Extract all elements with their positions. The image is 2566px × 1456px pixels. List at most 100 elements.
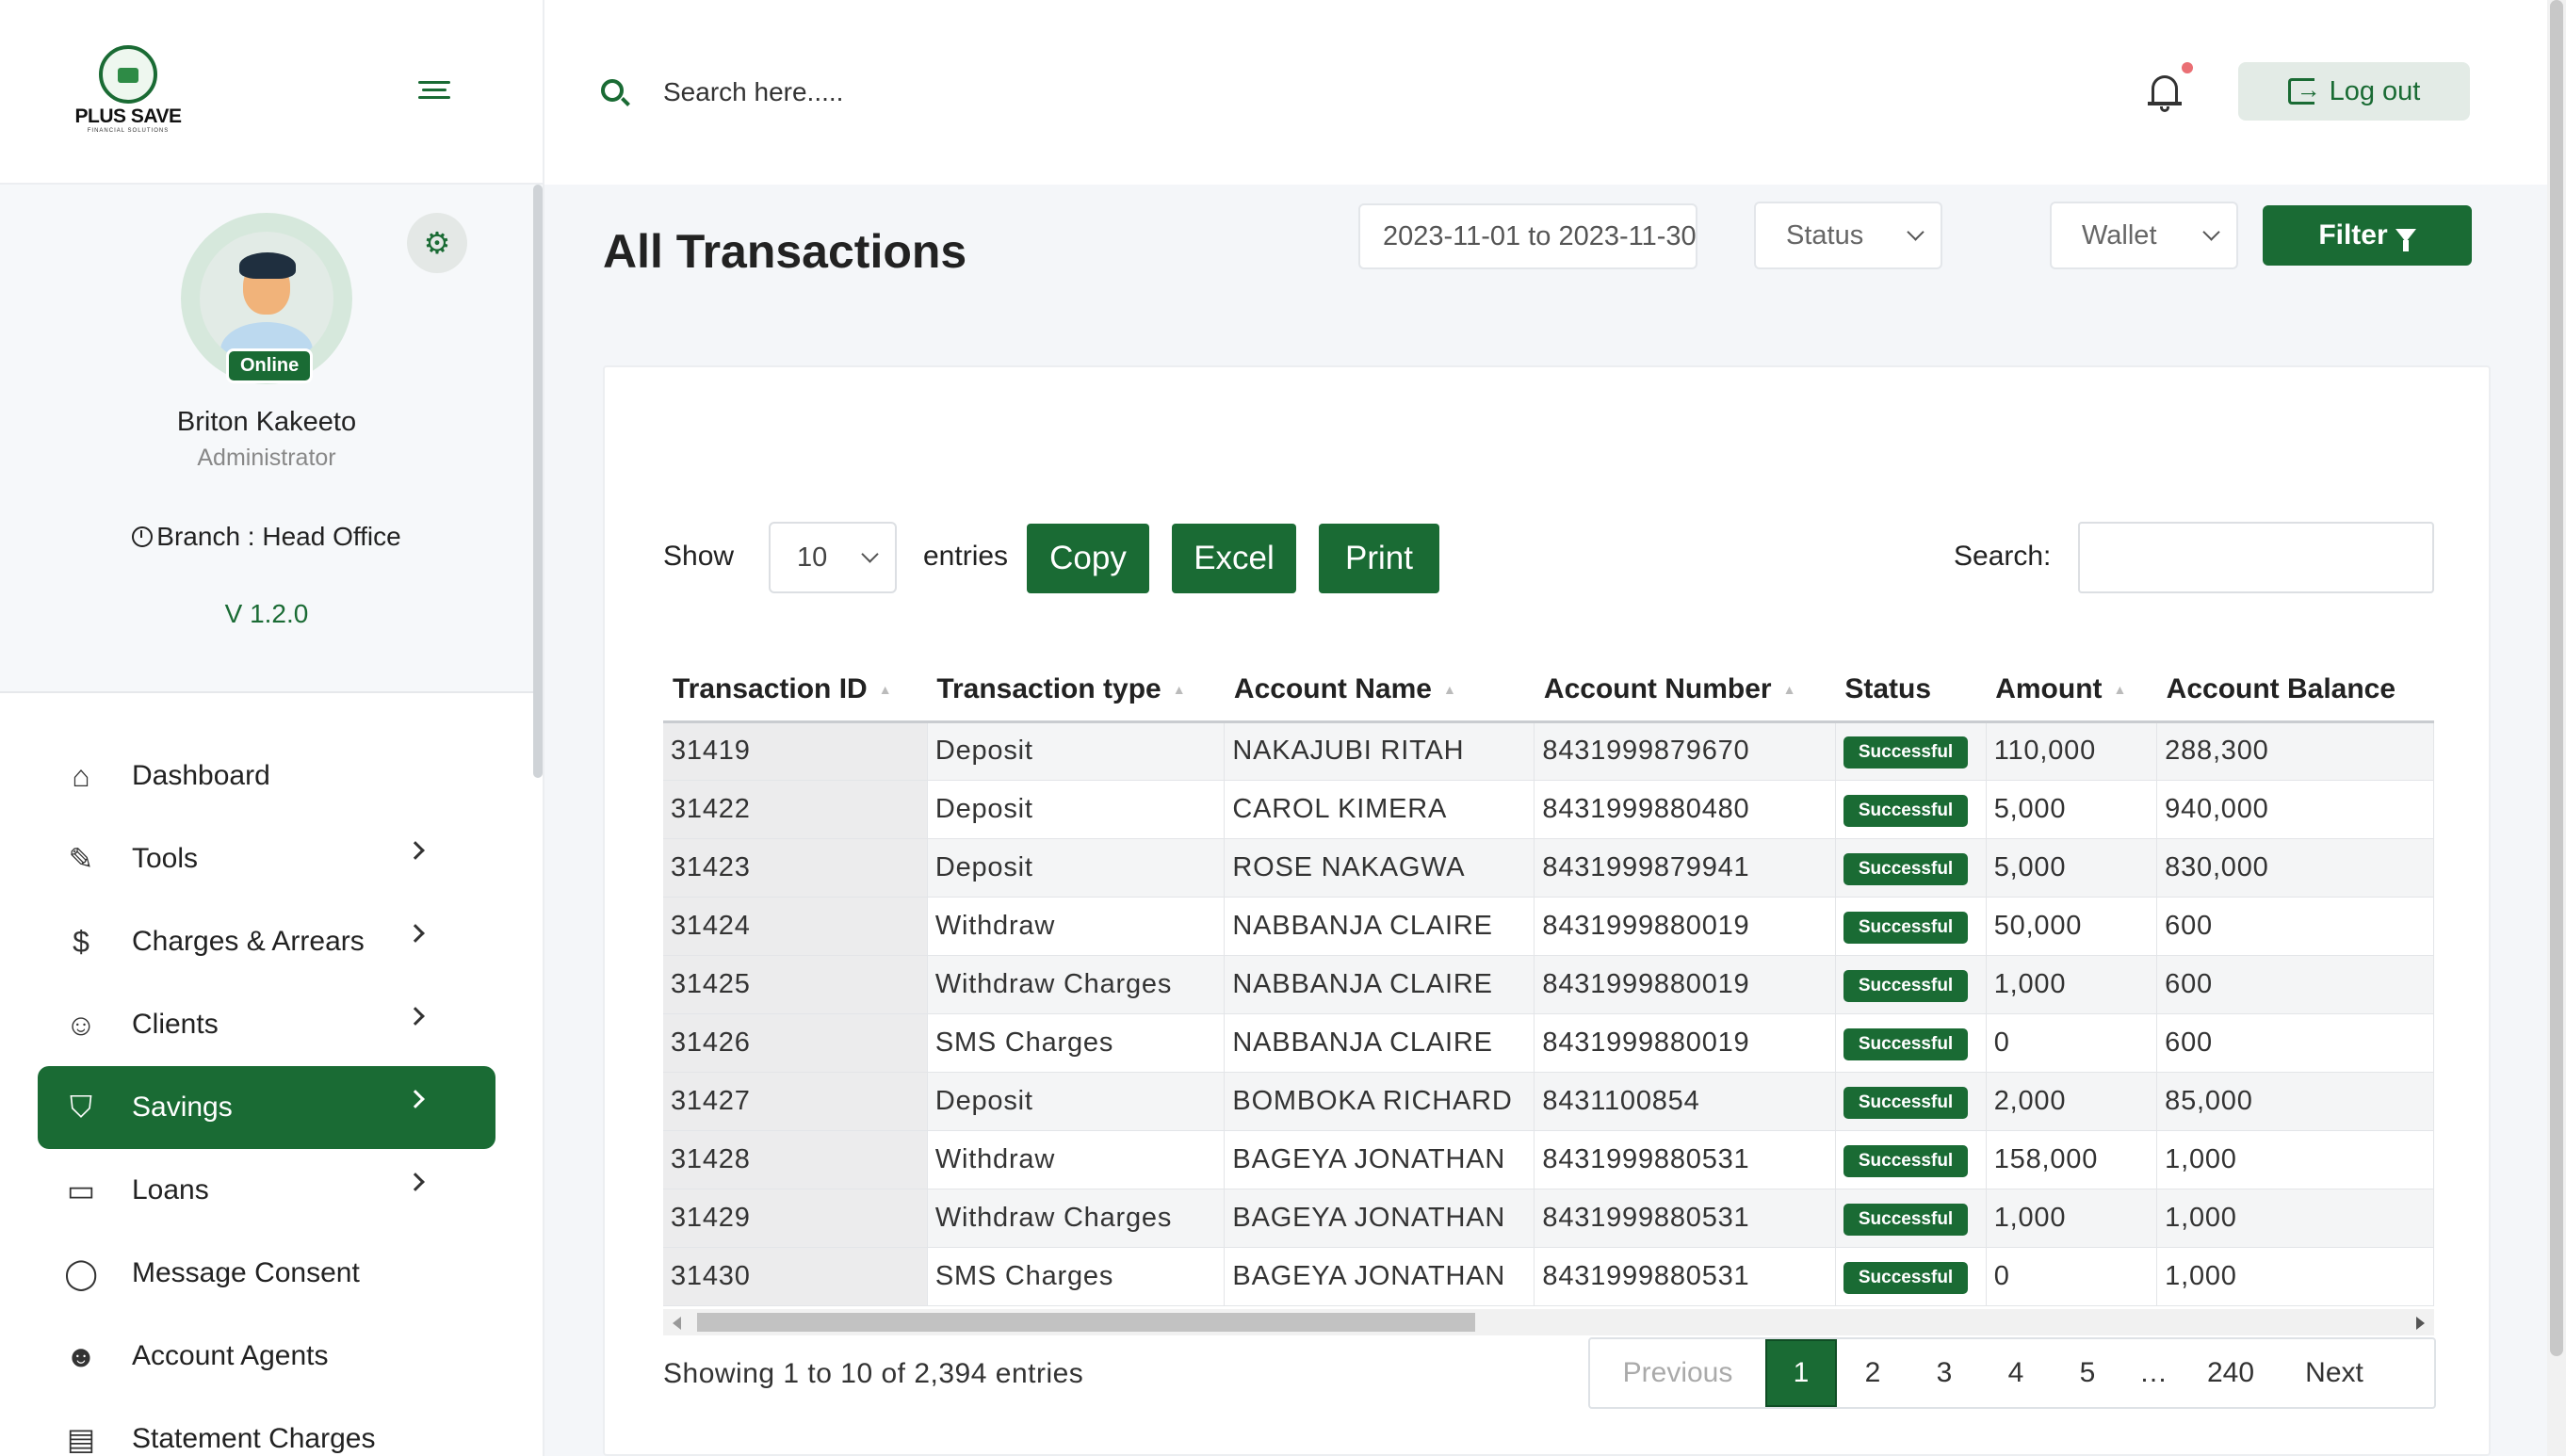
table-cell: Successful — [1835, 1189, 1987, 1248]
app-version: V 1.2.0 — [224, 599, 309, 628]
sidebar-item-dashboard[interactable]: ⌂ Dashboard — [38, 735, 495, 817]
table-row[interactable]: 31428 Withdraw BAGEYA JONATHAN 843199988053… — [663, 1130, 2434, 1189]
table-row[interactable]: 31424 Withdraw NABBANJA CLAIRE 843199988001… — [663, 897, 2434, 956]
brand-logo[interactable]: PLUS SAVE FINANCIAL SOLUTIONS — [72, 45, 185, 139]
status-badge: Successful — [1843, 1144, 1969, 1177]
sidebar-item-clients[interactable]: ☺ Clients — [38, 983, 495, 1066]
sidebar-item-tools[interactable]: ✎ Tools — [38, 817, 495, 900]
column-header[interactable]: Account Number ▲ — [1534, 659, 1836, 723]
table-cell: Successful — [1835, 780, 1987, 839]
sidebar-header: PLUS SAVE FINANCIAL SOLUTIONS — [0, 0, 543, 185]
status-select[interactable]: Status — [1754, 202, 1942, 269]
page-button[interactable]: 4 — [1980, 1339, 2052, 1407]
page-button[interactable]: 5 — [2052, 1339, 2123, 1407]
page-scrollbar-thumb[interactable] — [2550, 0, 2563, 1356]
column-header[interactable]: Account Balance — [2156, 659, 2434, 723]
table-row[interactable]: 31419 Deposit NAKAJUBI RITAH 8431999879670 S… — [663, 721, 2434, 781]
page-length-select[interactable]: 10 — [769, 522, 897, 593]
credit-card-icon: ▭ — [66, 1173, 96, 1207]
table-row[interactable]: 31426 SMS Charges NABBANJA CLAIRE 843199988… — [663, 1013, 2434, 1073]
wallet-select[interactable]: Wallet — [2050, 202, 2238, 269]
sidebar: PLUS SAVE FINANCIAL SOLUTIONS Online ⚙ B… — [0, 0, 544, 1456]
table-cell: BAGEYA JONATHAN — [1224, 1130, 1535, 1189]
logout-button[interactable]: Log out — [2238, 62, 2470, 121]
show-label: Show — [663, 541, 735, 572]
column-header[interactable]: Transaction type ▲ — [927, 659, 1225, 723]
column-header[interactable]: Status — [1835, 659, 1987, 723]
page-scrollbar[interactable] — [2547, 0, 2566, 1456]
table-row[interactable]: 31425 Withdraw Charges NABBANJA CLAIRE 8431… — [663, 955, 2434, 1014]
global-search-input[interactable] — [663, 70, 1228, 115]
sidebar-item-account-agents[interactable]: ☻ Account Agents — [38, 1315, 495, 1398]
previous-page-button[interactable]: Previous — [1590, 1339, 1765, 1407]
funnel-icon — [2395, 229, 2416, 251]
chat-icon: ◯ — [64, 1256, 98, 1290]
column-header[interactable]: Transaction ID ▲ — [663, 659, 928, 723]
filter-button[interactable]: Filter — [2263, 205, 2472, 266]
status-badge: Successful — [1843, 736, 1969, 768]
search-icon[interactable] — [601, 79, 624, 102]
table-cell: Successful — [1835, 1013, 1987, 1073]
table-cell: 0 — [1986, 1013, 2158, 1073]
table-cell: Successful — [1835, 955, 1987, 1014]
sidebar-item-label: Charges & Arrears — [132, 926, 365, 957]
sidebar-item-statement-charges[interactable]: ▤ Statement Charges — [38, 1398, 495, 1456]
horizontal-scrollbar[interactable] — [663, 1309, 2434, 1335]
table-cell: 8431999880019 — [1534, 955, 1836, 1014]
avatar[interactable]: Online — [181, 213, 352, 384]
scroll-right-icon[interactable] — [2416, 1317, 2425, 1330]
table-search-label: Search: — [1954, 541, 2052, 572]
sidebar-item-message-consent[interactable]: ◯ Message Consent — [38, 1232, 495, 1315]
user-role: Administrator — [197, 445, 336, 471]
table-row[interactable]: 31430 SMS Charges BAGEYA JONATHAN 843199988… — [663, 1247, 2434, 1306]
sidebar-item-label: Clients — [132, 1009, 219, 1040]
scrollbar-thumb[interactable] — [697, 1313, 1475, 1332]
table-cell: 31429 — [663, 1189, 928, 1248]
date-range-input[interactable]: 2023-11-01 to 2023-11-30 — [1358, 203, 1697, 269]
table-row[interactable]: 31429 Withdraw Charges BAGEYA JONATHAN 8431… — [663, 1189, 2434, 1248]
brand-tagline: FINANCIAL SOLUTIONS — [87, 128, 170, 134]
sidebar-item-charges-arrears[interactable]: $ Charges & Arrears — [38, 900, 495, 983]
user-name: Briton Kakeeto — [176, 407, 357, 437]
table-row[interactable]: 31422 Deposit CAROL KIMERA 8431999880480 Suc… — [663, 780, 2434, 839]
bell-icon[interactable] — [2146, 72, 2184, 113]
table-search-input[interactable] — [2078, 522, 2434, 593]
table-row[interactable]: 31423 Deposit ROSE NAKAGWA 8431999879941 Suc… — [663, 838, 2434, 898]
sidebar-scrollbar[interactable] — [533, 185, 543, 778]
sidebar-item-loans[interactable]: ▭ Loans — [38, 1149, 495, 1232]
shield-icon: ⛉ — [69, 1090, 92, 1124]
page-button[interactable]: … — [2123, 1339, 2184, 1407]
column-header[interactable]: Account Name ▲ — [1224, 659, 1535, 723]
table-cell: NABBANJA CLAIRE — [1224, 1013, 1535, 1073]
clock-icon — [132, 526, 154, 547]
page-button[interactable]: 3 — [1908, 1339, 1980, 1407]
copy-button[interactable]: Copy — [1027, 524, 1149, 593]
column-header[interactable]: Amount ▲ — [1986, 659, 2157, 723]
column-header-label: Status — [1844, 673, 1932, 705]
table-cell: Successful — [1835, 1130, 1987, 1189]
sort-icon: ▲ — [2113, 682, 2127, 698]
table-cell: Deposit — [927, 1072, 1226, 1131]
sidebar-item-label: Dashboard — [132, 760, 270, 791]
sidebar-item-savings[interactable]: ⛉ Savings — [38, 1066, 495, 1149]
page-button[interactable]: 1 — [1765, 1339, 1837, 1407]
page-button[interactable]: 2 — [1837, 1339, 1908, 1407]
table-cell: 110,000 — [1986, 721, 2158, 781]
page-button[interactable]: 240 — [2184, 1339, 2278, 1407]
brand-name: PLUS SAVE — [74, 105, 182, 127]
menu-toggle-icon[interactable] — [418, 81, 450, 104]
table-cell: Withdraw Charges — [927, 955, 1226, 1014]
table-row[interactable]: 31427 Deposit BOMBOKA RICHARD 8431100854 Suc… — [663, 1072, 2434, 1131]
page-title: All Transactions — [603, 225, 967, 278]
scroll-left-icon[interactable] — [673, 1317, 681, 1330]
table-cell: 600 — [2156, 897, 2434, 956]
next-page-button[interactable]: Next — [2278, 1339, 2391, 1407]
excel-button[interactable]: Excel — [1172, 524, 1296, 593]
chevron-down-icon — [2202, 223, 2220, 241]
table-cell: 8431999880531 — [1534, 1189, 1836, 1248]
table-cell: 31419 — [663, 721, 928, 781]
chevron-down-icon — [1907, 223, 1924, 241]
table-cell: 31428 — [663, 1130, 928, 1189]
print-button[interactable]: Print — [1319, 524, 1439, 593]
profile-settings-button[interactable]: ⚙ — [407, 213, 467, 273]
